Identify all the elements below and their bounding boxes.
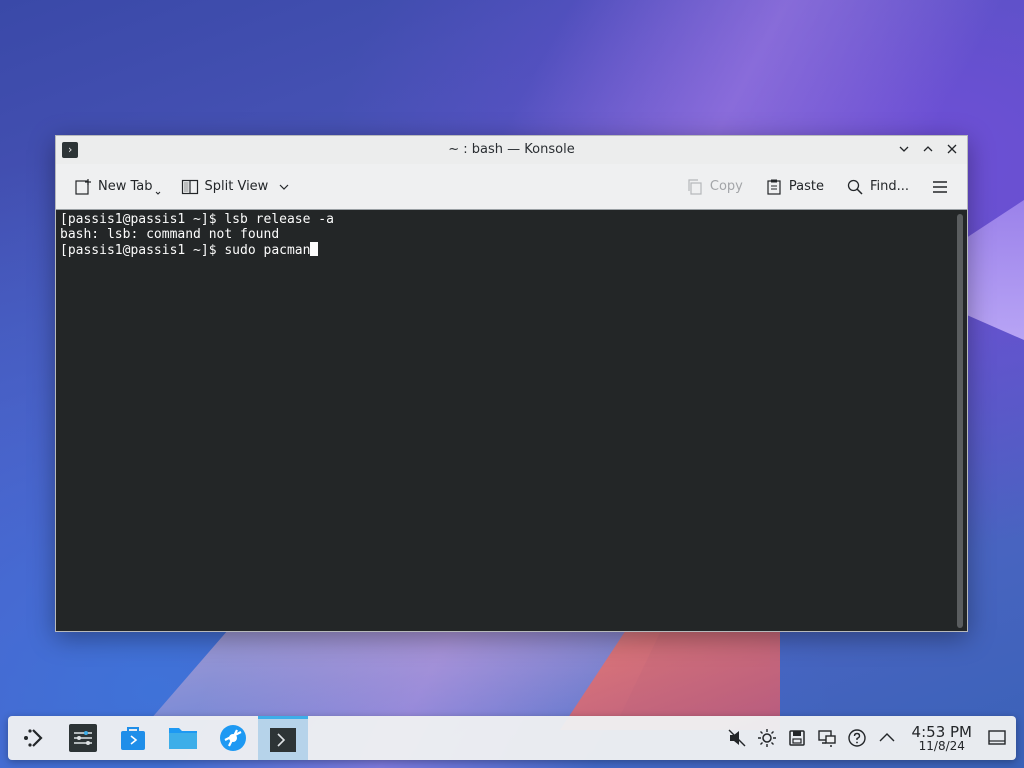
folder-icon [169, 728, 197, 749]
new-tab-icon [75, 178, 91, 195]
chevron-down-icon [155, 191, 160, 195]
system-tray: 4:53 PM 11/8/24 [726, 724, 1016, 753]
paste-icon [767, 179, 781, 195]
disks-devices-button[interactable] [786, 727, 808, 749]
wallpaper-shape [960, 200, 1024, 340]
volume-muted-button[interactable] [726, 727, 748, 749]
help-button[interactable] [846, 727, 868, 749]
text-cursor [310, 242, 319, 256]
new-tab-label: New Tab [98, 179, 153, 194]
brightness-icon [757, 729, 776, 747]
hamburger-menu-icon [933, 180, 947, 193]
brightness-button[interactable] [756, 727, 778, 749]
konsole-window: › ~ : bash — Konsole New Tab Split View [55, 135, 968, 632]
discover-icon [121, 727, 145, 750]
find-label: Find... [869, 179, 909, 194]
window-title: ~ : bash — Konsole [448, 142, 575, 157]
help-icon [847, 729, 866, 747]
toolbar: New Tab Split View Copy Paste Find... [56, 164, 967, 209]
chevron-up-icon [879, 733, 895, 742]
taskbar: 4:53 PM 11/8/24 [8, 716, 1016, 760]
application-launcher-button[interactable] [8, 716, 58, 760]
hamburger-menu-button[interactable] [925, 172, 955, 202]
network-button[interactable] [816, 727, 838, 749]
terminal-line: [passis1@passis1 ~]$ sudo pacman [60, 243, 311, 258]
title-bar[interactable]: › ~ : bash — Konsole [56, 136, 967, 164]
maximize-button[interactable] [919, 140, 937, 158]
konsole-icon [270, 727, 296, 752]
terminal-line: [passis1@passis1 ~]$ lsb release -a [60, 212, 334, 227]
clock-date: 11/8/24 [918, 738, 965, 753]
close-button[interactable] [943, 140, 961, 158]
chevron-up-icon [923, 146, 933, 152]
chevron-down-icon [279, 184, 289, 190]
kde-launcher-icon [24, 729, 43, 747]
taskbar-konsole[interactable] [258, 716, 308, 760]
clock-time: 4:53 PM [911, 722, 972, 741]
copy-label: Copy [709, 179, 743, 194]
copy-button[interactable]: Copy [680, 172, 749, 202]
taskbar-web-browser[interactable] [208, 716, 258, 760]
terminal-line-current: [passis1@passis1 ~]$ sudo pacman [60, 242, 963, 258]
new-tab-button[interactable]: New Tab [68, 172, 167, 202]
volume-muted-icon [728, 729, 746, 747]
disk-icon [788, 730, 805, 746]
copy-icon [688, 178, 702, 195]
show-desktop-icon [988, 730, 1006, 745]
show-desktop-button[interactable] [986, 727, 1008, 749]
taskbar-dolphin[interactable] [158, 716, 208, 760]
minimize-button[interactable] [895, 140, 913, 158]
taskbar-discover[interactable] [108, 716, 158, 760]
close-icon [947, 144, 957, 154]
split-view-label: Split View [204, 179, 269, 194]
terminal-view[interactable]: [passis1@passis1 ~]$ lsb release -a bash… [56, 209, 967, 631]
paste-button[interactable]: Paste [759, 172, 830, 202]
paste-label: Paste [788, 179, 824, 194]
taskbar-system-settings[interactable] [58, 716, 108, 760]
digital-clock[interactable]: 4:53 PM 11/8/24 [912, 724, 972, 753]
web-browser-icon [220, 725, 246, 751]
window-controls [895, 140, 961, 158]
find-button[interactable]: Find... [840, 172, 915, 202]
split-view-icon [181, 179, 198, 194]
system-settings-icon [69, 724, 97, 752]
search-icon [847, 179, 863, 195]
scrollbar[interactable] [957, 214, 963, 628]
split-view-button[interactable]: Split View [175, 172, 297, 202]
show-hidden-icons-button[interactable] [876, 727, 898, 749]
chevron-down-icon [899, 146, 909, 152]
network-wired-icon [817, 730, 836, 747]
terminal-line: bash: lsb: command not found [60, 227, 280, 242]
